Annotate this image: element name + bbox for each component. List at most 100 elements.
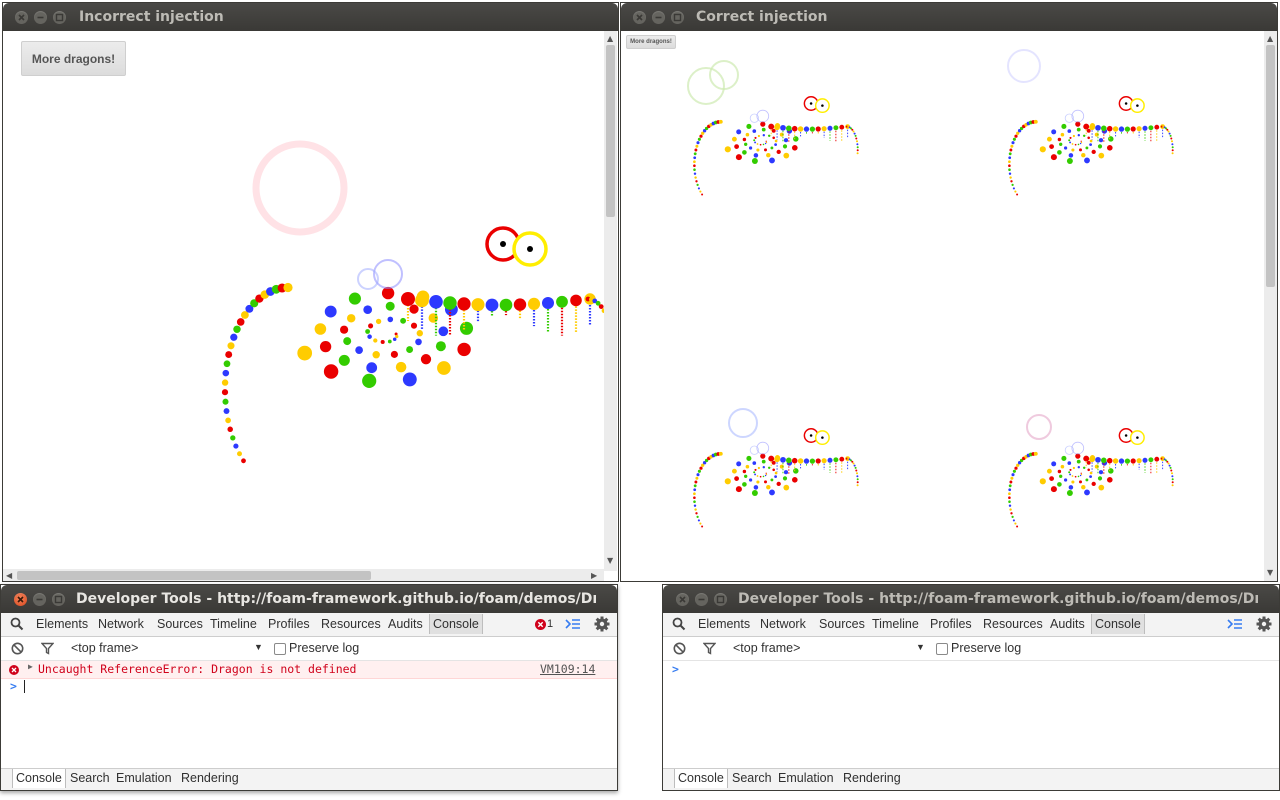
- dragon-dot: [693, 172, 697, 175]
- search-icon[interactable]: [10, 617, 24, 631]
- error-source-link[interactable]: VM109:14: [540, 662, 595, 676]
- dragon-dot: [744, 142, 748, 146]
- scroll-up-arrow[interactable]: ▲: [607, 35, 613, 43]
- dragon-dot: [851, 460, 854, 463]
- tab-elements[interactable]: Elements: [698, 617, 750, 631]
- drawer-tab-console[interactable]: Console: [12, 769, 66, 788]
- tab-network[interactable]: Network: [98, 617, 144, 631]
- maximize-window-button[interactable]: [52, 593, 65, 606]
- window-titlebar[interactable]: Incorrect injection: [3, 3, 618, 31]
- preserve-log-label[interactable]: Preserve log: [289, 641, 359, 655]
- maximize-window-button[interactable]: [714, 593, 727, 606]
- console-output[interactable]: ▶ Uncaught ReferenceError: Dragon is not…: [1, 661, 617, 768]
- tab-audits[interactable]: Audits: [388, 617, 423, 631]
- dragon-dot: [1087, 136, 1090, 140]
- gear-icon[interactable]: [594, 616, 610, 632]
- filter-icon[interactable]: [41, 642, 54, 655]
- tab-console[interactable]: Console: [429, 614, 483, 634]
- scroll-thumb[interactable]: [606, 45, 615, 217]
- clear-console-icon[interactable]: [11, 642, 24, 655]
- dragon-dot: [406, 346, 414, 354]
- minimize-icon: [36, 598, 43, 601]
- error-count-badge[interactable]: 1: [547, 618, 553, 630]
- preserve-log-checkbox[interactable]: [274, 643, 286, 655]
- filter-icon[interactable]: [703, 642, 716, 655]
- expand-triangle-icon[interactable]: ▶: [28, 662, 33, 671]
- dragon-dot: [697, 187, 700, 190]
- drawer-tab-search[interactable]: Search: [732, 771, 772, 785]
- close-window-button[interactable]: [15, 11, 28, 24]
- tab-console[interactable]: Console: [1091, 614, 1145, 634]
- chevron-down-icon[interactable]: ▼: [916, 642, 925, 652]
- tab-sources[interactable]: Sources: [157, 617, 203, 631]
- devtools-titlebar[interactable]: Developer Tools - http://foam-framework.…: [663, 585, 1279, 613]
- dragon-dot: [1080, 141, 1083, 144]
- vertical-scrollbar[interactable]: ▲ ▼: [1264, 31, 1277, 581]
- scroll-thumb[interactable]: [17, 571, 371, 580]
- maximize-window-button[interactable]: [53, 11, 66, 24]
- drawer-tab-emulation[interactable]: Emulation: [778, 771, 834, 785]
- dragon-dot: [1008, 160, 1011, 164]
- dragon-dot: [1012, 469, 1016, 473]
- tab-network[interactable]: Network: [760, 617, 806, 631]
- tab-resources[interactable]: Resources: [321, 617, 381, 631]
- preserve-log-label[interactable]: Preserve log: [951, 641, 1021, 655]
- show-drawer-icon[interactable]: [565, 618, 581, 632]
- dragon-dot: [363, 305, 373, 315]
- tab-elements[interactable]: Elements: [36, 617, 88, 631]
- gear-icon[interactable]: [1256, 616, 1272, 632]
- drawer-tab-console[interactable]: Console: [674, 769, 728, 788]
- scroll-left-arrow[interactable]: ◀: [6, 572, 12, 580]
- console-output[interactable]: >: [663, 661, 1279, 768]
- dragon-dot: [1033, 119, 1038, 124]
- vertical-scrollbar[interactable]: ▲ ▼: [604, 31, 617, 571]
- frame-select[interactable]: <top frame>: [733, 641, 800, 655]
- tab-timeline[interactable]: Timeline: [210, 617, 257, 631]
- drawer-tab-emulation[interactable]: Emulation: [116, 771, 172, 785]
- frame-select[interactable]: <top frame>: [71, 641, 138, 655]
- dragon-dot: [762, 466, 765, 469]
- tab-sources[interactable]: Sources: [819, 617, 865, 631]
- dragon-dot: [754, 468, 757, 471]
- dragon-dot: [757, 466, 761, 470]
- tab-resources[interactable]: Resources: [983, 617, 1043, 631]
- dragon-dot: [780, 456, 786, 463]
- tab-audits[interactable]: Audits: [1050, 617, 1085, 631]
- console-cursor[interactable]: [24, 680, 25, 693]
- chevron-down-icon[interactable]: ▼: [254, 642, 263, 652]
- dragon-dot: [771, 460, 776, 465]
- minimize-window-button[interactable]: [34, 11, 47, 24]
- close-window-button[interactable]: [676, 593, 689, 606]
- dragon-dot: [782, 476, 788, 481]
- dragon-dot: [1089, 124, 1095, 131]
- scroll-thumb[interactable]: [1266, 45, 1275, 287]
- drawer-tab-rendering[interactable]: Rendering: [843, 771, 901, 785]
- minimize-window-button[interactable]: [33, 593, 46, 606]
- close-window-button[interactable]: [633, 11, 646, 24]
- scroll-down-arrow[interactable]: ▼: [607, 557, 613, 565]
- scroll-down-arrow[interactable]: ▼: [1267, 569, 1273, 577]
- tab-timeline[interactable]: Timeline: [872, 617, 919, 631]
- dragon-dot: [385, 301, 395, 311]
- window-titlebar[interactable]: Correct injection: [621, 3, 1277, 31]
- close-window-button[interactable]: [14, 593, 27, 606]
- preserve-log-checkbox[interactable]: [936, 643, 948, 655]
- drawer-tab-search[interactable]: Search: [70, 771, 110, 785]
- dragon-dot: [785, 125, 792, 132]
- show-drawer-icon[interactable]: [1227, 618, 1243, 632]
- devtools-titlebar[interactable]: Developer Tools - http://foam-framework.…: [1, 585, 617, 613]
- horizontal-scrollbar[interactable]: ◀ ▶: [3, 569, 604, 581]
- drawer-tab-rendering[interactable]: Rendering: [181, 771, 239, 785]
- dragon-dot: [764, 148, 767, 152]
- maximize-window-button[interactable]: [671, 11, 684, 24]
- clear-console-icon[interactable]: [673, 642, 686, 655]
- tab-profiles[interactable]: Profiles: [268, 617, 310, 631]
- tab-profiles[interactable]: Profiles: [930, 617, 972, 631]
- minimize-window-button[interactable]: [652, 11, 665, 24]
- dragon-dot: [809, 434, 813, 437]
- minimize-window-button[interactable]: [695, 593, 708, 606]
- scroll-right-arrow[interactable]: ▶: [591, 572, 597, 580]
- search-icon[interactable]: [672, 617, 686, 631]
- scroll-up-arrow[interactable]: ▲: [1267, 35, 1273, 43]
- dragon-dot: [855, 140, 859, 143]
